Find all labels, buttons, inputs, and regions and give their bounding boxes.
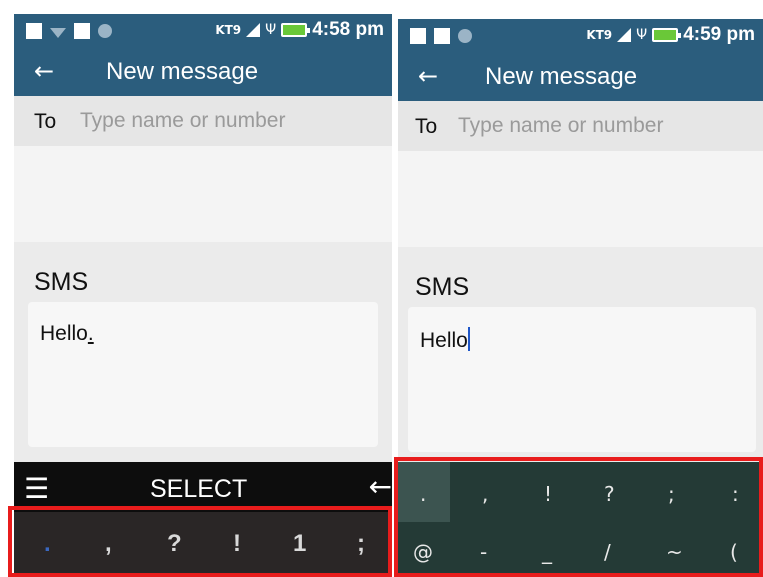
- pending-character: .: [87, 322, 94, 345]
- key-hyphen[interactable]: -: [480, 540, 487, 564]
- recipient-list-area: [398, 151, 763, 247]
- symbol-key-exclamation[interactable]: !: [233, 530, 241, 558]
- carrier-label: KT9: [215, 23, 242, 37]
- key-underscore[interactable]: _: [542, 540, 552, 564]
- page-title: New message: [106, 58, 259, 85]
- key-exclamation[interactable]: !: [544, 482, 552, 506]
- phone-screen-right: KT9 Ψ 4:59 pm ← New message To SMS Hello…: [398, 19, 763, 577]
- symbol-row: . , ? ! 1 ;: [14, 512, 392, 575]
- notification-icons: [410, 28, 472, 44]
- keyboard-toolbar: ☰ SELECT ←: [14, 462, 392, 512]
- clock: 4:58 pm: [312, 19, 384, 40]
- symbol-key-one[interactable]: 1: [293, 530, 306, 558]
- sync-circle-icon: [458, 29, 472, 43]
- key-open-paren[interactable]: (: [730, 540, 738, 564]
- signal-icon: [246, 23, 261, 37]
- battery-charging-icon: [281, 23, 311, 37]
- notification-square-icon: [26, 23, 42, 39]
- carrier-label: KT9: [586, 28, 613, 42]
- key-semicolon[interactable]: ;: [668, 482, 675, 506]
- back-arrow-icon[interactable]: ←: [34, 57, 54, 85]
- symbol-key-semicolon[interactable]: ;: [357, 530, 365, 558]
- message-text: Hello: [420, 327, 470, 353]
- text-cursor: [467, 327, 470, 351]
- symbol-keyboard: . , ! ? ; : @ - _ / ~ (: [398, 462, 763, 577]
- backspace-icon[interactable]: ←: [369, 470, 392, 503]
- message-input[interactable]: Hello.: [28, 302, 378, 447]
- notification-square-icon: [410, 28, 426, 44]
- key-colon[interactable]: :: [732, 482, 739, 506]
- page-title: New message: [485, 63, 638, 90]
- notification-square-icon: [434, 28, 450, 44]
- key-at[interactable]: @: [413, 540, 433, 564]
- recipient-row: To: [14, 96, 392, 146]
- menu-icon[interactable]: ☰: [24, 472, 49, 505]
- sync-circle-icon: [98, 24, 112, 38]
- message-text-value: Hello: [40, 322, 88, 345]
- message-text-value: Hello: [420, 329, 468, 352]
- to-label: To: [415, 115, 438, 138]
- back-arrow-icon[interactable]: ←: [418, 62, 438, 90]
- clock: 4:59 pm: [683, 24, 755, 45]
- symbol-key-period[interactable]: .: [44, 530, 51, 558]
- recipient-input[interactable]: [80, 106, 370, 136]
- message-input[interactable]: Hello: [408, 307, 756, 452]
- system-icons: KT9 Ψ 4:58 pm: [215, 19, 384, 41]
- battery-charging-icon: [652, 28, 682, 42]
- recipient-input[interactable]: [458, 111, 748, 141]
- wifi-icon: [50, 28, 66, 38]
- symbol-key-question[interactable]: ?: [167, 530, 182, 558]
- app-bar: ← New message: [398, 53, 763, 101]
- sms-label: SMS: [34, 268, 89, 296]
- key-period[interactable]: .: [420, 482, 426, 506]
- to-label: To: [34, 110, 57, 133]
- usb-icon: Ψ: [636, 27, 648, 43]
- key-comma[interactable]: ,: [482, 482, 488, 506]
- status-bar: KT9 Ψ 4:59 pm: [398, 19, 763, 53]
- system-icons: KT9 Ψ 4:59 pm: [586, 24, 755, 46]
- recipient-row: To: [398, 101, 763, 151]
- symbol-key-comma[interactable]: ,: [105, 530, 112, 558]
- status-bar: KT9 Ψ 4:58 pm: [14, 14, 392, 48]
- select-button[interactable]: SELECT: [150, 475, 247, 504]
- key-tilde[interactable]: ~: [666, 540, 683, 564]
- notification-icons: [26, 23, 112, 39]
- phone-screen-left: KT9 Ψ 4:58 pm ← New message To SMS Hello…: [14, 14, 392, 577]
- sms-label: SMS: [415, 273, 470, 301]
- key-question[interactable]: ?: [604, 482, 615, 506]
- app-bar: ← New message: [14, 48, 392, 96]
- message-text: Hello.: [40, 322, 94, 346]
- key-slash[interactable]: /: [604, 540, 611, 564]
- recipient-list-area: [14, 146, 392, 242]
- usb-icon: Ψ: [265, 22, 277, 38]
- notification-square-icon: [74, 23, 90, 39]
- signal-icon: [617, 28, 632, 42]
